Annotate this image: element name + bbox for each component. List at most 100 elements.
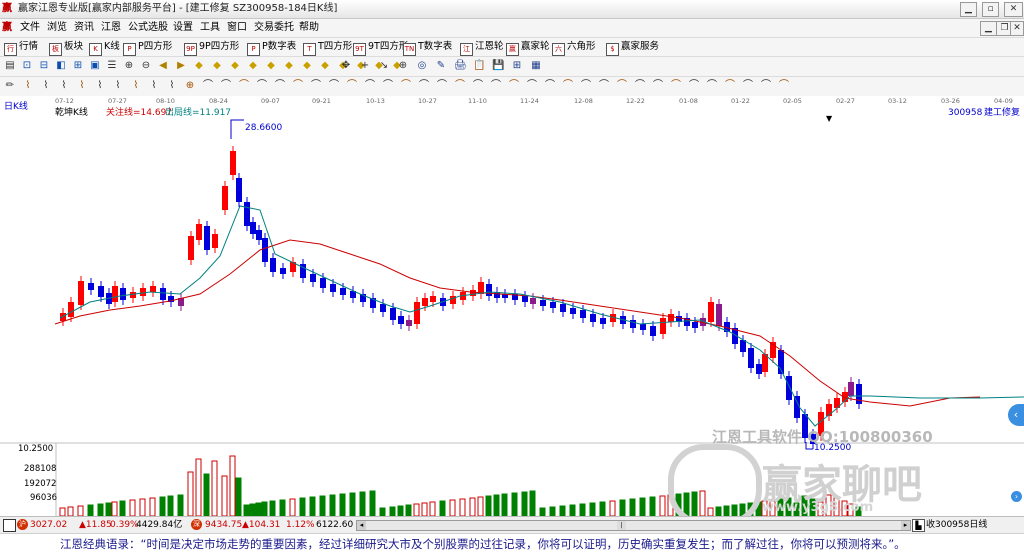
toolbar-item-11[interactable]: 六六角形 xyxy=(552,40,596,56)
line-tool-icon-22[interactable]: ⌒ xyxy=(400,80,412,92)
toolbar-item-3[interactable]: P P四方形 xyxy=(123,40,172,56)
toolbar-item-10[interactable]: 赢赢家轮 xyxy=(506,40,550,56)
tool-icon-b10[interactable]: ▦ xyxy=(530,60,542,72)
child-close-button[interactable]: ✕ xyxy=(1010,21,1024,36)
line-tool-icon-36[interactable]: ⌒ xyxy=(652,80,664,92)
tool-icon-b1[interactable]: + xyxy=(359,60,371,72)
tool-icon-3[interactable]: ◧ xyxy=(55,60,67,72)
line-tool-icon-10[interactable]: ⊕ xyxy=(184,80,196,92)
tool-icon-12[interactable]: ◆ xyxy=(211,60,223,72)
line-tool-icon-8[interactable]: ⌇ xyxy=(148,80,160,92)
line-tool-icon-13[interactable]: ⌒ xyxy=(238,80,250,92)
side-expand-button[interactable]: › xyxy=(1011,491,1022,502)
line-tool-icon-33[interactable]: ⌒ xyxy=(598,80,610,92)
line-tool-icon-43[interactable]: ⌒ xyxy=(778,80,790,92)
line-tool-icon-19[interactable]: ⌒ xyxy=(346,80,358,92)
line-tool-icon-39[interactable]: ⌒ xyxy=(706,80,718,92)
line-tool-icon-2[interactable]: ⌇ xyxy=(40,80,52,92)
kline-chart[interactable]: 日K线 乾坤K线 关注线=14.697 出局线=11.917 ▼ 300958 … xyxy=(0,102,1024,526)
scroll-right-icon[interactable]: ▸ xyxy=(901,521,910,530)
line-tool-icon-31[interactable]: ⌒ xyxy=(562,80,574,92)
tool-icon-b6[interactable]: 🖨 xyxy=(454,60,467,72)
menu-item-1[interactable]: 浏览 xyxy=(47,21,67,35)
line-tool-icon-26[interactable]: ⌒ xyxy=(472,80,484,92)
line-tool-icon-7[interactable]: ⌇ xyxy=(130,80,142,92)
tool-icon-14[interactable]: ◆ xyxy=(247,60,259,72)
tool-icon-2[interactable]: ⊟ xyxy=(38,60,50,72)
line-tool-icon-38[interactable]: ⌒ xyxy=(688,80,700,92)
line-tool-icon-20[interactable]: ⌒ xyxy=(364,80,376,92)
menu-item-8[interactable]: 交易委托 xyxy=(254,21,294,35)
menu-item-9[interactable]: 帮助 xyxy=(299,21,319,35)
tool-icon-6[interactable]: ☰ xyxy=(106,60,118,72)
tool-icon-8[interactable]: ⊖ xyxy=(140,60,152,72)
tool-icon-18[interactable]: ◆ xyxy=(319,60,331,72)
toolbar-item-2[interactable]: K K线 xyxy=(89,40,120,56)
line-tool-icon-9[interactable]: ⌇ xyxy=(166,80,178,92)
line-tool-icon-21[interactable]: ⌒ xyxy=(382,80,394,92)
line-tool-icon-41[interactable]: ⌒ xyxy=(742,80,754,92)
tool-icon-b4[interactable]: ◎ xyxy=(416,60,428,72)
tool-icon-b3[interactable]: ⊕ xyxy=(397,60,409,72)
toolbar-item-5[interactable]: P P数字表 xyxy=(247,40,296,56)
tool-icon-17[interactable]: ◆ xyxy=(301,60,313,72)
line-tool-icon-17[interactable]: ⌒ xyxy=(310,80,322,92)
line-tool-icon-29[interactable]: ⌒ xyxy=(526,80,538,92)
line-tool-icon-11[interactable]: ⌒ xyxy=(202,80,214,92)
tool-icon-b9[interactable]: ⊞ xyxy=(511,60,523,72)
tool-icon-7[interactable]: ⊕ xyxy=(123,60,135,72)
tool-icon-b7[interactable]: 📋 xyxy=(473,60,485,72)
line-tool-icon-32[interactable]: ⌒ xyxy=(580,80,592,92)
toolbar-item-6[interactable]: T T四方形 xyxy=(303,40,352,56)
line-tool-icon-28[interactable]: ⌒ xyxy=(508,80,520,92)
minimize-button[interactable]: ▁ xyxy=(960,2,977,17)
toolbar-item-7[interactable]: 9T 9T四方形 xyxy=(353,40,408,56)
tool-icon-9[interactable]: ◀ xyxy=(157,60,169,72)
horizontal-scrollbar[interactable]: ◂ | ▸ xyxy=(356,520,911,531)
menu-item-3[interactable]: 江恩 xyxy=(101,21,121,35)
line-tool-icon-25[interactable]: ⌒ xyxy=(454,80,466,92)
menu-item-5[interactable]: 设置 xyxy=(173,21,193,35)
tool-icon-4[interactable]: ⊞ xyxy=(72,60,84,72)
toolbar-item-8[interactable]: TN T数字表 xyxy=(403,40,452,56)
menu-item-6[interactable]: 工具 xyxy=(200,21,220,35)
menu-item-7[interactable]: 窗口 xyxy=(227,21,247,35)
line-tool-icon-42[interactable]: ⌒ xyxy=(760,80,772,92)
line-tool-icon-27[interactable]: ⌒ xyxy=(490,80,502,92)
line-tool-icon-1[interactable]: ⌇ xyxy=(22,80,34,92)
maximize-button[interactable]: ▫ xyxy=(982,2,999,17)
line-tool-icon-18[interactable]: ⌒ xyxy=(328,80,340,92)
tool-icon-5[interactable]: ▣ xyxy=(89,60,101,72)
toolbar-item-9[interactable]: 江江恩轮 xyxy=(460,40,504,56)
menu-item-2[interactable]: 资讯 xyxy=(74,21,94,35)
line-tool-icon-16[interactable]: ⌒ xyxy=(292,80,304,92)
line-tool-icon-14[interactable]: ⌒ xyxy=(256,80,268,92)
line-tool-icon-30[interactable]: ⌒ xyxy=(544,80,556,92)
chart-mode-icon[interactable]: ▙ xyxy=(912,519,925,532)
toolbar-item-1[interactable]: 板板块 xyxy=(49,40,83,56)
tool-icon-16[interactable]: ◆ xyxy=(283,60,295,72)
side-panel-toggle-button[interactable]: ‹ xyxy=(1008,404,1024,426)
tool-icon-1[interactable]: ⊡ xyxy=(21,60,33,72)
scroll-left-icon[interactable]: ◂ xyxy=(357,521,366,530)
tool-icon-15[interactable]: ◆ xyxy=(265,60,277,72)
tool-icon-b8[interactable]: 💾 xyxy=(492,60,504,72)
line-tool-icon-34[interactable]: ⌒ xyxy=(616,80,628,92)
dropdown-arrow-icon[interactable]: ▼ xyxy=(826,113,832,124)
line-tool-icon-3[interactable]: ⌇ xyxy=(58,80,70,92)
line-tool-icon-15[interactable]: ⌒ xyxy=(274,80,286,92)
tool-icon-b5[interactable]: ✎ xyxy=(435,60,447,72)
line-tool-icon-23[interactable]: ⌒ xyxy=(418,80,430,92)
close-button[interactable]: ✕ xyxy=(1004,2,1023,17)
line-tool-icon-12[interactable]: ⌒ xyxy=(220,80,232,92)
line-tool-icon-35[interactable]: ⌒ xyxy=(634,80,646,92)
grid-icon[interactable] xyxy=(3,519,16,532)
line-tool-icon-24[interactable]: ⌒ xyxy=(436,80,448,92)
tool-icon-0[interactable]: ▤ xyxy=(4,60,16,72)
line-tool-icon-4[interactable]: ⌇ xyxy=(76,80,88,92)
line-tool-icon-0[interactable]: ✏ xyxy=(4,80,16,92)
child-minimize-button[interactable]: ▁ xyxy=(980,21,997,36)
line-tool-icon-37[interactable]: ⌒ xyxy=(670,80,682,92)
tool-icon-10[interactable]: ▶ xyxy=(175,60,187,72)
tool-icon-b0[interactable]: ✥ xyxy=(340,60,352,72)
